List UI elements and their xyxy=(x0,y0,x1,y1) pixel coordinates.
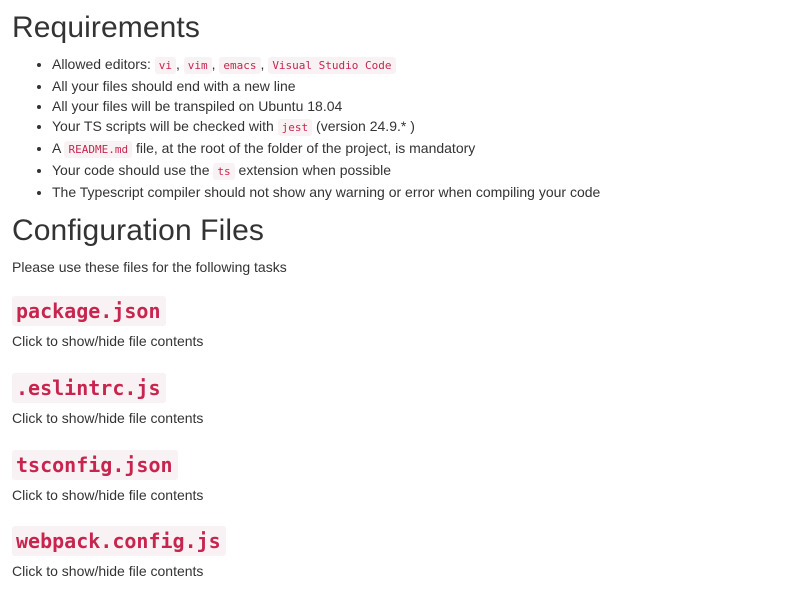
code-emacs: emacs xyxy=(219,57,261,74)
list-item-readme: A README.md file, at the root of the fol… xyxy=(52,138,600,160)
file-name-webpack-config: webpack.config.js xyxy=(12,526,226,556)
file-name-tsconfig: tsconfig.json xyxy=(12,450,178,480)
toggle-webpack-config[interactable]: Click to show/hide file contents xyxy=(12,561,226,581)
list-item-ts-extension: Your code should use the ts extension wh… xyxy=(52,160,600,182)
code-ts: ts xyxy=(213,163,235,180)
separator: , xyxy=(175,56,184,72)
toggle-package-json[interactable]: Click to show/hide file contents xyxy=(12,331,203,351)
requirements-heading: Requirements xyxy=(12,11,200,44)
requirements-list: Allowed editors: vi, vim, emacs, Visual … xyxy=(12,54,600,202)
configuration-heading: Configuration Files xyxy=(12,214,265,247)
file-block-tsconfig: tsconfig.json Click to show/hide file co… xyxy=(12,450,203,505)
code-vi: vi xyxy=(154,57,176,74)
list-text: Your code should use the xyxy=(52,162,214,178)
toggle-eslintrc[interactable]: Click to show/hide file contents xyxy=(12,408,203,428)
list-item-newline: All your files should end with a new lin… xyxy=(52,76,600,96)
list-text: (version 24.9.* ) xyxy=(312,118,415,134)
code-readme: README.md xyxy=(64,141,133,158)
list-item-compiler: The Typescript compiler should not show … xyxy=(52,182,600,202)
file-block-package-json: package.json Click to show/hide file con… xyxy=(12,296,203,351)
list-item-jest: Your TS scripts will be checked with jes… xyxy=(52,116,600,138)
list-item-ubuntu: All your files will be transpiled on Ubu… xyxy=(52,96,600,116)
list-item-editors: Allowed editors: vi, vim, emacs, Visual … xyxy=(52,54,600,76)
list-text: Your TS scripts will be checked with xyxy=(52,118,278,134)
file-block-webpack-config: webpack.config.js Click to show/hide fil… xyxy=(12,526,226,581)
list-text: file, at the root of the folder of the p… xyxy=(132,140,476,156)
list-text: A xyxy=(52,140,65,156)
file-name-package-json: package.json xyxy=(12,296,166,326)
code-vim: vim xyxy=(183,57,212,74)
configuration-intro: Please use these files for the following… xyxy=(12,259,287,275)
file-name-eslintrc: .eslintrc.js xyxy=(12,373,166,403)
list-text: Allowed editors: xyxy=(52,56,155,72)
list-text: extension when possible xyxy=(234,162,392,178)
file-block-eslintrc: .eslintrc.js Click to show/hide file con… xyxy=(12,373,203,428)
code-jest: jest xyxy=(277,119,313,136)
toggle-tsconfig[interactable]: Click to show/hide file contents xyxy=(12,485,203,505)
code-vscode: Visual Studio Code xyxy=(268,57,396,74)
